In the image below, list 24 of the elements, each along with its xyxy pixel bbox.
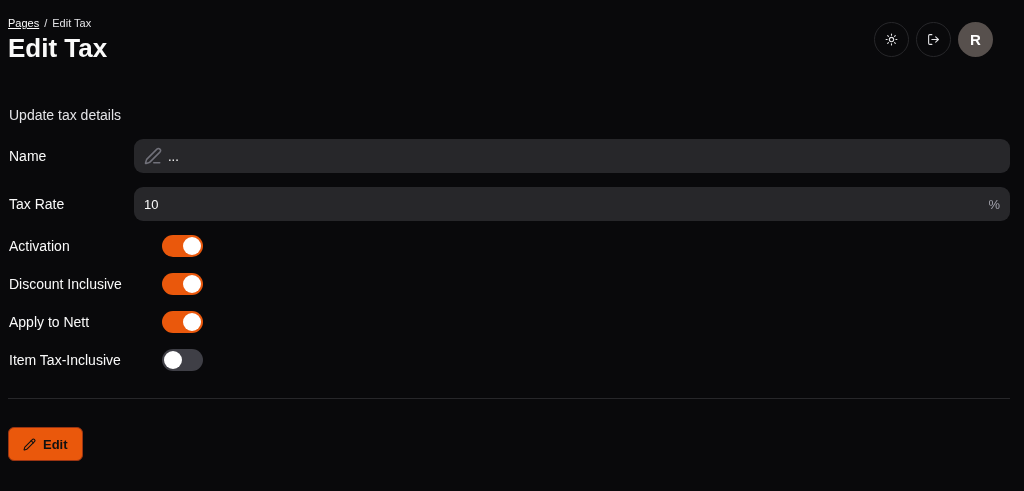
page-title: Edit Tax xyxy=(8,33,108,64)
input-field[interactable]: ... xyxy=(134,139,1010,173)
toggle-label: Apply to Nett xyxy=(8,314,91,330)
logout-icon xyxy=(927,33,940,46)
field-label: Name xyxy=(8,148,48,164)
breadcrumb-current: Edit Tax xyxy=(52,17,92,29)
field-label: Tax Rate xyxy=(8,196,66,212)
unit-suffix: % xyxy=(988,196,1000,212)
pen-icon xyxy=(144,147,162,165)
breadcrumb-link[interactable]: Pages xyxy=(8,17,40,29)
user-avatar[interactable]: R xyxy=(958,22,993,57)
toggle-switch[interactable] xyxy=(162,235,203,257)
input-field[interactable]: 10 % xyxy=(134,187,1010,221)
toggle-label: Discount Inclusive xyxy=(8,276,123,292)
sun-icon xyxy=(885,33,898,46)
toggle-label: Item Tax-Inclusive xyxy=(8,352,122,368)
breadcrumb-separator: / xyxy=(44,17,48,29)
toggle-label: Activation xyxy=(8,238,71,254)
toggle-switch[interactable] xyxy=(162,311,203,333)
edit-button[interactable]: Edit xyxy=(8,427,83,461)
pencil-icon xyxy=(23,437,36,451)
form-heading: Update tax details xyxy=(9,107,123,123)
toggle-switch[interactable] xyxy=(162,273,203,295)
toggle-switch[interactable] xyxy=(162,349,203,371)
